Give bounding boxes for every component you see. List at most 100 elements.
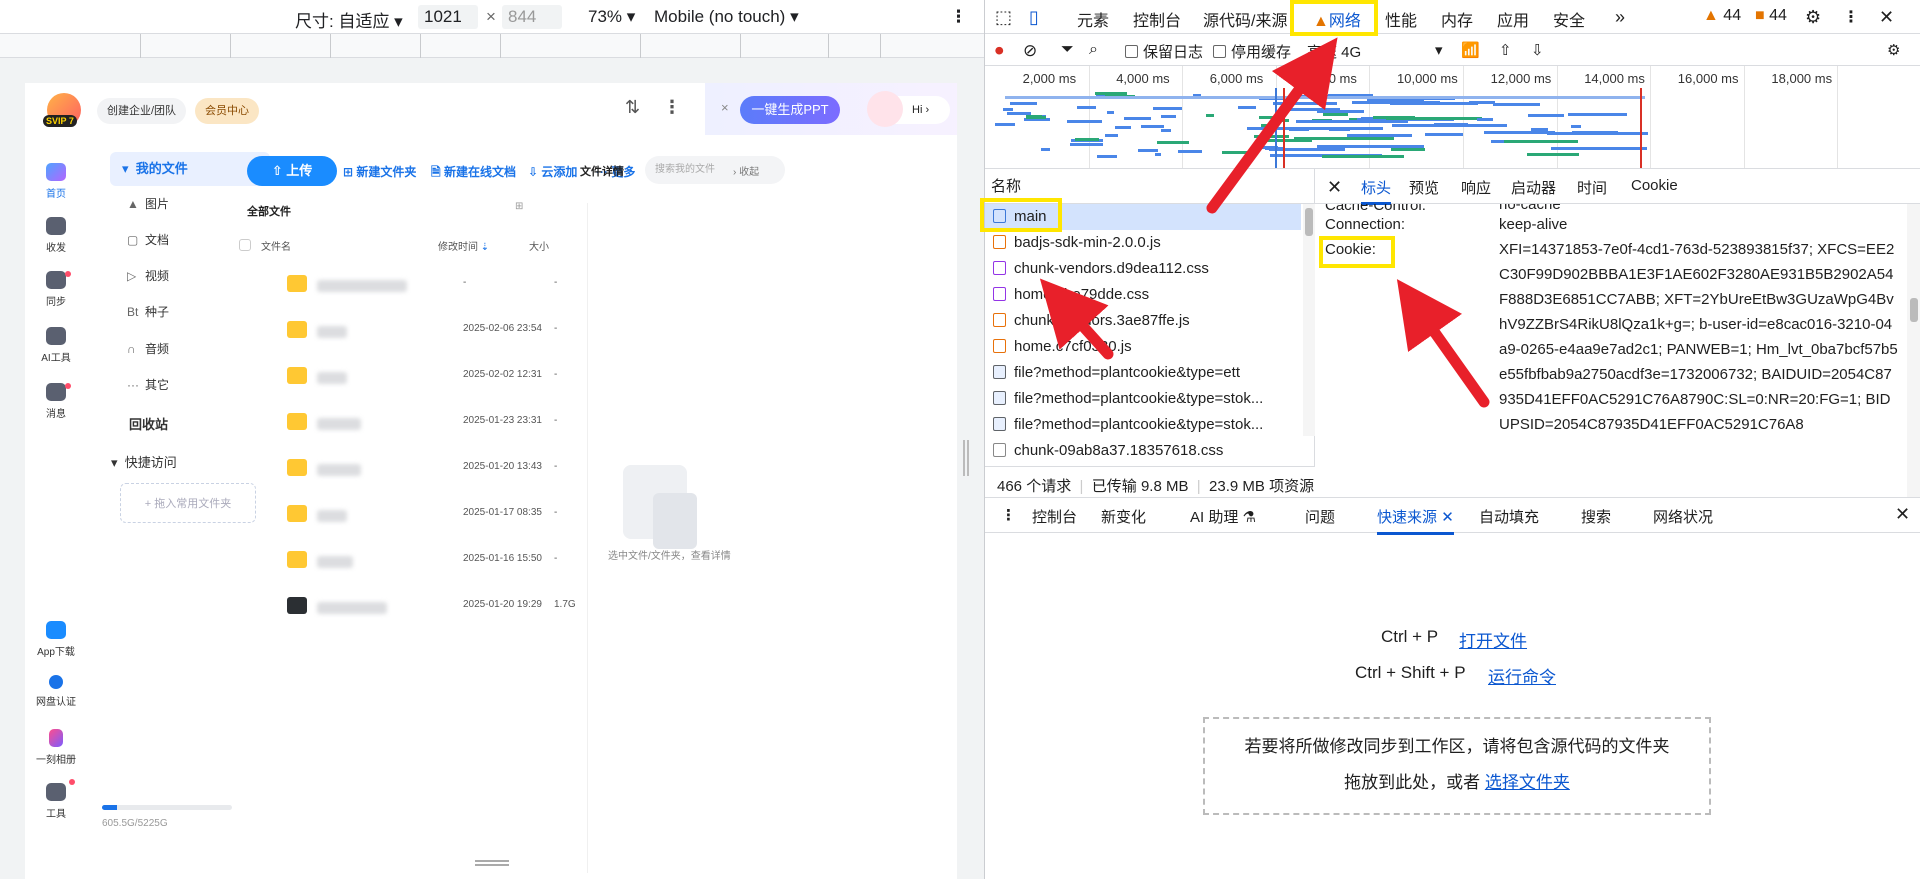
import-har-icon[interactable]: ⇧	[1499, 41, 1512, 59]
choose-folder-link[interactable]: 选择文件夹	[1485, 773, 1570, 792]
nav-verify[interactable]: 网盘认证	[25, 675, 87, 708]
bottom-resize-handle[interactable]	[475, 860, 509, 866]
drawer-tab-autofill[interactable]: 自动填充	[1479, 506, 1539, 527]
more-icon[interactable]: ⋮	[663, 97, 681, 118]
request-row[interactable]: chunk-vendors.d9dea112.css	[985, 256, 1301, 282]
request-scrollbar[interactable]	[1303, 204, 1315, 436]
table-row[interactable]: 2025-01-23 23:31 -	[247, 405, 587, 443]
clear-icon[interactable]: ⊘	[1023, 41, 1037, 61]
table-row[interactable]: --	[247, 267, 587, 305]
device-height-input[interactable]: 844	[502, 5, 562, 29]
errors-counter[interactable]: ■ 44	[1755, 7, 1787, 25]
network-conditions-icon[interactable]: 📶	[1461, 41, 1480, 59]
col-size[interactable]: 大小	[529, 238, 549, 253]
nav-messages[interactable]: 消息	[25, 383, 87, 420]
drawer-tab-changes[interactable]: 新变化	[1101, 506, 1146, 527]
inspect-icon[interactable]: ⬚	[995, 7, 1012, 28]
col-modified[interactable]: 修改时间 ⇣	[438, 238, 489, 253]
request-row[interactable]: home.c7cf0330.js	[985, 334, 1301, 360]
tree-item-images[interactable]: ▲ 图片	[127, 195, 169, 212]
drawer-tab-network-conditions[interactable]: 网络状况	[1653, 506, 1713, 527]
open-file-link[interactable]: 打开文件	[1459, 627, 1527, 652]
col-name[interactable]: 文件名	[261, 238, 291, 253]
drawer-tab-console[interactable]: 控制台	[1032, 506, 1077, 527]
network-settings-icon[interactable]: ⚙	[1887, 41, 1900, 59]
tab-cookies[interactable]: Cookie	[1631, 177, 1678, 194]
nav-ai-tools[interactable]: AI工具	[25, 327, 87, 364]
generate-ppt-button[interactable]: 一键生成PPT	[740, 96, 840, 124]
create-team-button[interactable]: 创建企业/团队	[97, 98, 187, 124]
close-tab-icon[interactable]: ✕	[1441, 509, 1454, 526]
transfer-icon[interactable]: ⇅	[625, 97, 640, 118]
more-options-icon[interactable]: ⋮	[1843, 7, 1859, 27]
table-row[interactable]: 2025-02-02 12:31 -	[247, 359, 587, 397]
nav-tools[interactable]: 工具	[25, 779, 87, 820]
drawer-tab-ai[interactable]: AI 助理 ⚗	[1190, 506, 1256, 527]
add-favorite-folder[interactable]: + 拖入常用文件夹	[120, 483, 256, 523]
device-size-select[interactable]: 尺寸: 自适应 ▾	[295, 7, 403, 32]
tab-application[interactable]: 应用	[1497, 7, 1529, 31]
tab-sources[interactable]: 源代码/来源	[1203, 7, 1287, 31]
throttle-select[interactable]: 高速 4G ▾	[1307, 41, 1443, 62]
avatar[interactable]: SVIP 7	[43, 93, 81, 127]
nav-send-receive[interactable]: 收发	[25, 217, 87, 254]
export-har-icon[interactable]: ⇩	[1531, 41, 1544, 59]
upload-button[interactable]: ⇧ 上传	[247, 156, 337, 186]
more-options-icon[interactable]: ⋮	[950, 7, 967, 27]
device-width-input[interactable]: 1021	[418, 5, 478, 29]
table-row[interactable]: 2025-02-06 23:54 -	[247, 313, 587, 351]
request-row[interactable]: file?method=plantcookie&type=stok...	[985, 386, 1301, 412]
tree-item-other[interactable]: ··· 其它	[127, 376, 169, 393]
resize-handle[interactable]	[963, 440, 969, 476]
request-row[interactable]: chunk-09ab8a37.18357618.css	[985, 438, 1301, 464]
request-row[interactable]: chunk-vendors.3ae87ffe.js	[985, 308, 1301, 334]
tab-performance[interactable]: 性能	[1385, 7, 1417, 31]
drawer-tab-issues[interactable]: 问题	[1305, 506, 1335, 527]
run-command-link[interactable]: 运行命令	[1488, 663, 1556, 688]
tab-memory[interactable]: 内存	[1441, 7, 1473, 31]
tab-elements[interactable]: 元素	[1077, 7, 1109, 31]
request-row[interactable]: file?method=plantcookie&type=stok...	[985, 412, 1301, 438]
tab-security[interactable]: 安全	[1553, 7, 1585, 31]
network-overview[interactable]: 2,000 ms 4,000 ms 6,000 ms 8,000 ms 10,000 m…	[985, 66, 1920, 169]
table-row[interactable]: 2025-01-20 19:29 1.7G	[247, 589, 587, 627]
zoom-select[interactable]: 73% ▾	[588, 7, 635, 27]
tab-timing[interactable]: 时间	[1577, 177, 1607, 198]
new-online-doc-button[interactable]: 🗎 新建在线文档	[431, 163, 516, 184]
request-row[interactable]: home.2be79dde.css	[985, 282, 1301, 308]
tree-item-audio[interactable]: ∩ 音频	[127, 340, 169, 357]
device-toggle-icon[interactable]: ▯	[1029, 7, 1039, 28]
preserve-log-checkbox[interactable]: 保留日志	[1125, 41, 1203, 62]
close-panel-icon[interactable]: ✕	[1327, 177, 1342, 198]
close-icon[interactable]: ×	[721, 100, 729, 115]
tab-console[interactable]: 控制台	[1133, 7, 1181, 31]
close-devtools-icon[interactable]: ✕	[1879, 7, 1894, 28]
view-toggle-icon[interactable]: ⊞	[515, 201, 523, 212]
request-row[interactable]: file?method=plantcookie&type=ett	[985, 360, 1301, 386]
vip-center-button[interactable]: 会员中心	[195, 98, 259, 124]
table-row[interactable]: 2025-01-16 15:50 -	[247, 543, 587, 581]
settings-icon[interactable]: ⚙	[1805, 7, 1821, 28]
nav-sync[interactable]: 同步	[25, 271, 87, 308]
tab-preview[interactable]: 预览	[1409, 177, 1439, 198]
nav-home[interactable]: 首页	[25, 163, 87, 200]
tree-quick-access[interactable]: ▾ 快捷访问	[111, 452, 177, 471]
table-row[interactable]: 2025-01-20 13:43 -	[247, 451, 587, 489]
drawer-tab-quick-source[interactable]: 快速来源 ✕	[1377, 506, 1454, 535]
header-value-cookie[interactable]: XFI=14371853-7e0f-4cd1-763d-523893815f37…	[1499, 237, 1899, 437]
tab-initiator[interactable]: 启动器	[1511, 177, 1556, 198]
table-row[interactable]: 2025-01-17 08:35 -	[247, 497, 587, 535]
nav-album[interactable]: 一刻相册	[25, 729, 87, 766]
tree-item-videos[interactable]: ▷ 视频	[127, 267, 169, 284]
collapse-button[interactable]: › 收起	[733, 163, 759, 178]
headers-scrollbar[interactable]	[1907, 204, 1920, 497]
nav-app-download[interactable]: App下载	[25, 621, 87, 658]
more-tabs-button[interactable]: »	[1615, 7, 1625, 28]
search-icon[interactable]: ⌕	[1089, 41, 1098, 59]
warnings-counter[interactable]: ▲ 44	[1703, 7, 1741, 25]
workspace-drop-zone[interactable]: 若要将所做修改同步到工作区，请将包含源代码的文件夹 拖放到此处，或者 选择文件夹	[1203, 717, 1711, 815]
request-row[interactable]: badjs-sdk-min-2.0.0.js	[985, 230, 1301, 256]
new-folder-button[interactable]: ⊞ 新建文件夹	[343, 163, 416, 180]
close-drawer-icon[interactable]: ✕	[1895, 504, 1910, 525]
device-mode-select[interactable]: Mobile (no touch) ▾	[654, 7, 799, 27]
